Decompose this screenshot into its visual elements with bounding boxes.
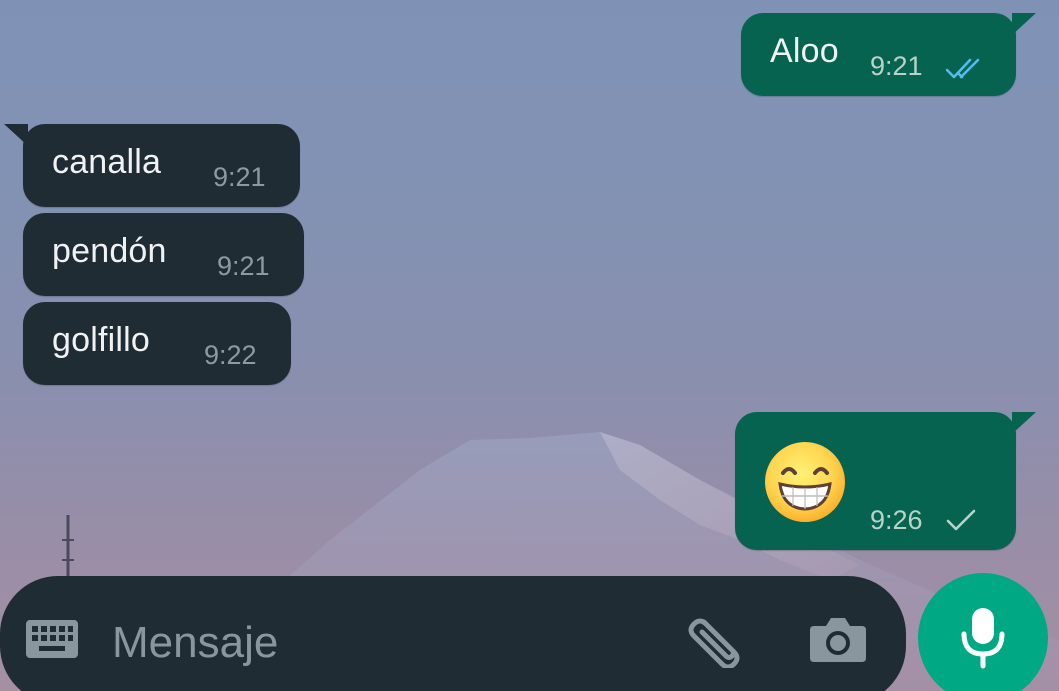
message-bubble-incoming[interactable]: golfillo 9:22 <box>23 302 291 385</box>
message-text: canalla <box>52 143 162 181</box>
message-bubble-outgoing[interactable]: Aloo 9:21 <box>741 13 1016 96</box>
message-bubble-outgoing[interactable]: 9:26 <box>735 412 1016 550</box>
keyboard-icon[interactable] <box>26 620 78 658</box>
message-bubble-incoming[interactable]: canalla 9:21 <box>23 124 300 207</box>
double-check-read-icon <box>945 58 980 79</box>
message-time: 9:22 <box>204 340 257 370</box>
message-time: 9:21 <box>217 251 270 281</box>
microphone-icon <box>961 608 1005 669</box>
camera-icon[interactable] <box>808 614 868 664</box>
message-time: 9:21 <box>870 51 923 81</box>
message-input-placeholder[interactable]: Mensaje <box>112 618 278 668</box>
single-check-sent-icon <box>946 509 976 531</box>
message-text: pendón <box>52 232 167 270</box>
paperclip-icon[interactable] <box>686 612 748 668</box>
message-text: golfillo <box>52 321 150 359</box>
message-time: 9:26 <box>870 505 923 535</box>
message-text: Aloo <box>770 32 839 70</box>
message-composer[interactable]: Mensaje <box>0 576 906 691</box>
message-bubble-incoming[interactable]: pendón 9:21 <box>23 213 304 296</box>
message-time: 9:21 <box>213 162 266 192</box>
grinning-face-emoji-icon <box>765 442 845 522</box>
voice-record-button[interactable] <box>918 573 1048 691</box>
